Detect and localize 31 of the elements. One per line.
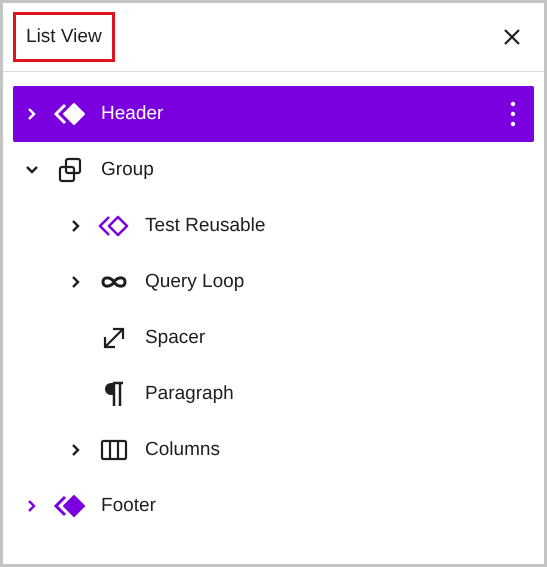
more-options-icon[interactable] — [510, 101, 516, 127]
columns-icon — [100, 439, 128, 461]
reusable-block-icon — [97, 214, 131, 238]
item-label: Group — [101, 158, 154, 182]
item-label: Header — [101, 102, 164, 126]
item-label: Footer — [101, 494, 156, 518]
item-label: Columns — [145, 438, 220, 462]
paragraph-icon — [103, 381, 125, 407]
chevron-right-icon[interactable] — [27, 499, 37, 513]
template-part-icon — [53, 494, 87, 518]
list-item[interactable]: Columns — [13, 422, 534, 478]
list-item[interactable]: Query Loop — [13, 254, 534, 310]
list-item[interactable]: Test Reusable — [13, 198, 534, 254]
resize-arrow-icon — [101, 325, 127, 351]
item-label: Test Reusable — [145, 214, 266, 238]
list-item[interactable]: Footer — [13, 478, 534, 534]
chevron-right-icon[interactable] — [71, 219, 81, 233]
list-item[interactable]: Header — [13, 86, 534, 142]
item-label: Spacer — [145, 326, 206, 350]
list-item[interactable]: Paragraph — [13, 366, 534, 422]
list-item[interactable]: Group — [13, 142, 534, 198]
template-part-icon — [53, 102, 87, 126]
chevron-right-icon[interactable] — [71, 275, 81, 289]
group-icon — [57, 157, 83, 183]
infinity-icon — [100, 274, 128, 290]
item-label: Paragraph — [145, 382, 234, 406]
chevron-down-icon[interactable] — [25, 165, 39, 175]
chevron-right-icon[interactable] — [71, 443, 81, 457]
item-label: Query Loop — [145, 270, 244, 294]
panel-title: List View — [13, 12, 115, 62]
list-item[interactable]: Spacer — [13, 310, 534, 366]
